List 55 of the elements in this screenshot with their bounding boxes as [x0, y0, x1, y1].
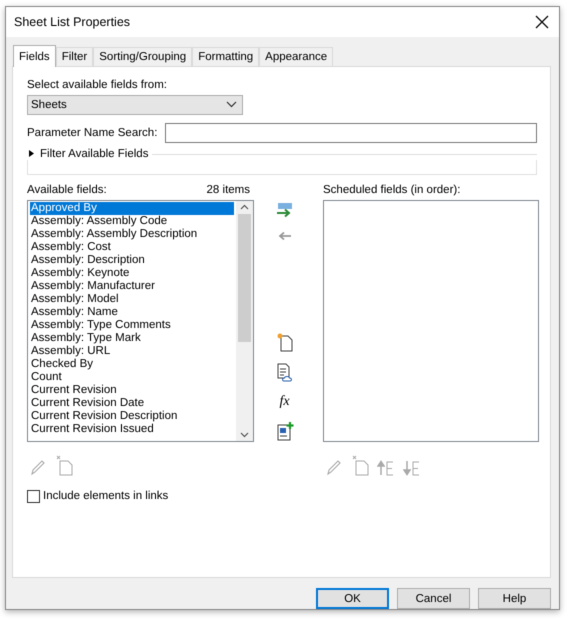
list-item[interactable]: Assembly: Description: [30, 254, 234, 267]
new-document-icon[interactable]: [276, 332, 294, 352]
source-dropdown[interactable]: Sheets: [27, 94, 243, 115]
list-label: Scheduled fields (in order):: [323, 184, 460, 196]
list-item[interactable]: Assembly: Cost: [30, 240, 234, 254]
list-item[interactable]: Assembly: Type Comments: [30, 318, 234, 332]
scrollbar-thumb[interactable]: [238, 214, 251, 342]
list-item[interactable]: Count: [30, 370, 234, 384]
list-label: Available fields:: [27, 184, 107, 196]
document-cloud-icon[interactable]: [276, 362, 294, 383]
add-field-icon[interactable]: [276, 202, 294, 220]
tab[interactable]: Formatting: [192, 46, 260, 66]
list-item[interactable]: Assembly: Manufacturer: [30, 280, 234, 293]
list-item[interactable]: Assembly: Keynote: [30, 266, 234, 280]
document-icon[interactable]: [55, 454, 73, 476]
move-up-icon[interactable]: [377, 460, 395, 476]
list-item[interactable]: Assembly: Name: [30, 306, 234, 319]
list-item[interactable]: Assembly: Assembly Code: [30, 214, 234, 228]
add-schedule-icon[interactable]: [276, 420, 294, 441]
chevron-down-icon[interactable]: [240, 432, 249, 438]
list-item[interactable]: Checked By: [30, 358, 234, 371]
scrollbar[interactable]: [236, 200, 253, 441]
list-item[interactable]: Current Revision: [30, 384, 234, 397]
tab[interactable]: Fields: [13, 44, 56, 67]
list-item[interactable]: Current Revision Date: [30, 396, 234, 410]
chevron-down-icon: [226, 101, 237, 108]
dialog-button[interactable]: OK: [316, 588, 389, 609]
field-label: Select available fields from:: [27, 78, 168, 91]
tab[interactable]: Appearance: [259, 46, 334, 66]
pencil-icon[interactable]: [325, 458, 343, 476]
tab[interactable]: Sorting/Grouping: [93, 46, 192, 66]
search-field[interactable]: [165, 122, 537, 143]
dialog-button[interactable]: Cancel: [397, 588, 470, 609]
item-count: 28 items: [206, 184, 250, 196]
list-item[interactable]: Assembly: Model: [30, 292, 234, 306]
filter-expander[interactable]: Filter Available Fields: [27, 148, 148, 160]
window-title: Sheet List Properties: [14, 14, 130, 29]
list-item[interactable]: Current Revision Description: [30, 410, 234, 423]
chevron-up-icon[interactable]: [240, 204, 249, 210]
pencil-icon[interactable]: [29, 458, 47, 476]
tab[interactable]: Filter: [56, 46, 94, 66]
left-arrow-icon[interactable]: [278, 230, 292, 241]
document-icon[interactable]: [351, 454, 369, 476]
field-label: Parameter Name Search:: [27, 126, 158, 139]
move-down-icon[interactable]: [403, 460, 421, 476]
list-item[interactable]: Assembly: URL: [30, 344, 234, 358]
list-item[interactable]: Current Revision Issued: [30, 422, 234, 436]
include-links-checkbox[interactable]: [27, 490, 40, 503]
list-item[interactable]: Assembly: Type Mark: [30, 332, 234, 345]
dialog-button[interactable]: Help: [478, 588, 551, 609]
close-icon[interactable]: [535, 14, 549, 29]
list-item[interactable]: Approved By: [30, 202, 234, 215]
list-item[interactable]: Assembly: Assembly Description: [30, 228, 234, 241]
formula-button[interactable]: fx: [279, 394, 290, 410]
checkbox-label: Include elements in links: [43, 490, 168, 502]
